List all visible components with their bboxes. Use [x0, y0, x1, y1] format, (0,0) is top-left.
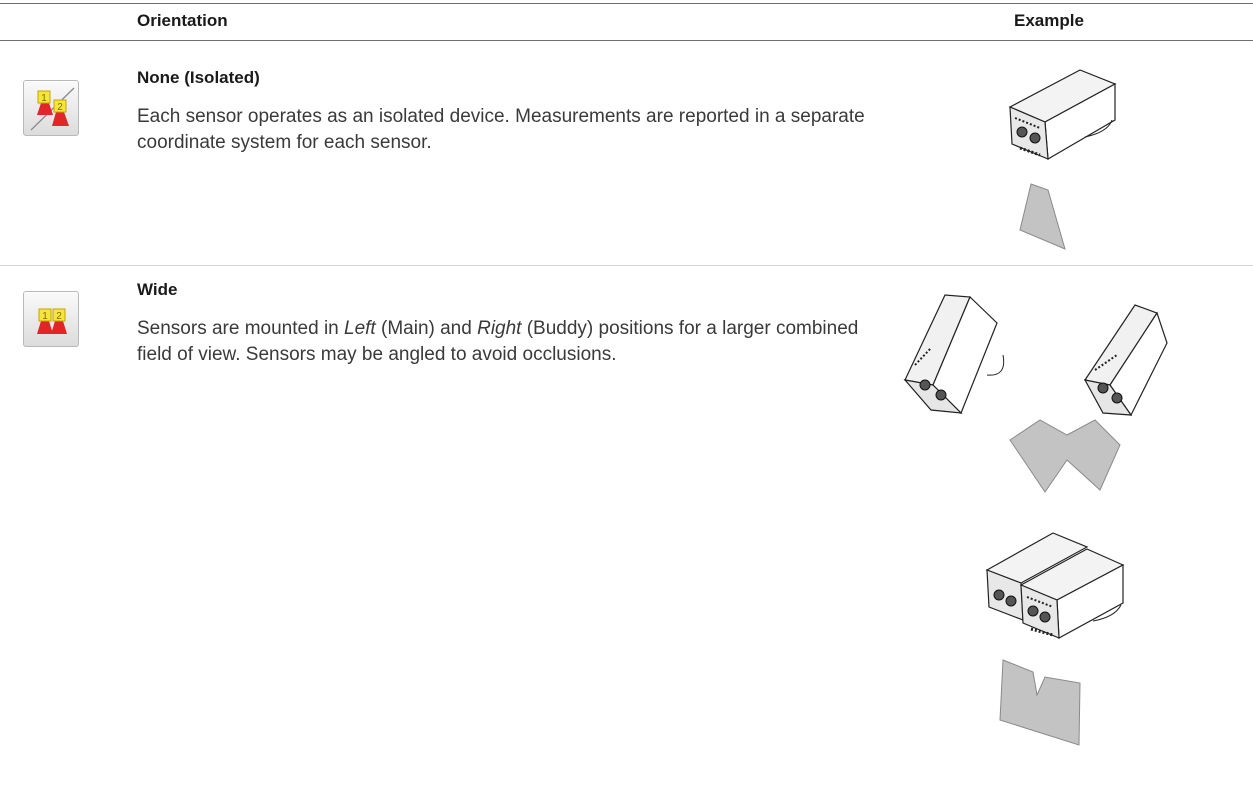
wide-side-by-side-example-illustration: [985, 532, 1125, 746]
row-title-isolated: None (Isolated): [137, 68, 260, 87]
desc-left-italic: Left: [344, 318, 376, 339]
wide-sensors-icon: 1 2: [37, 308, 67, 334]
badge-1-text: 1: [42, 311, 48, 322]
row-title-wide: Wide: [137, 280, 178, 299]
badge-1-text: 1: [41, 93, 47, 104]
row-separator: [0, 265, 1253, 266]
column-header-orientation: Orientation: [137, 11, 228, 30]
wide-layout-button[interactable]: 1 2: [23, 291, 79, 347]
table-top-rule: [0, 3, 1253, 4]
isolated-layout-button[interactable]: 1 2: [23, 80, 79, 136]
header-rule: [0, 40, 1253, 41]
row-description-wide: Sensors are mounted in Left (Main) and R…: [137, 316, 867, 368]
desc-text: (Main) and: [375, 318, 478, 339]
column-header-example: Example: [1014, 11, 1084, 30]
row-description-isolated: Each sensor operates as an isolated devi…: [137, 106, 865, 153]
isolated-sensors-icon: 1 2: [30, 87, 75, 131]
badge-2-text: 2: [57, 102, 63, 113]
desc-right-italic: Right: [477, 318, 522, 339]
desc-text: Sensors are mounted in: [137, 318, 345, 339]
wide-angled-example-illustration: [903, 294, 1168, 493]
badge-2-text: 2: [56, 311, 62, 322]
isolated-example-illustration: [1008, 69, 1117, 250]
